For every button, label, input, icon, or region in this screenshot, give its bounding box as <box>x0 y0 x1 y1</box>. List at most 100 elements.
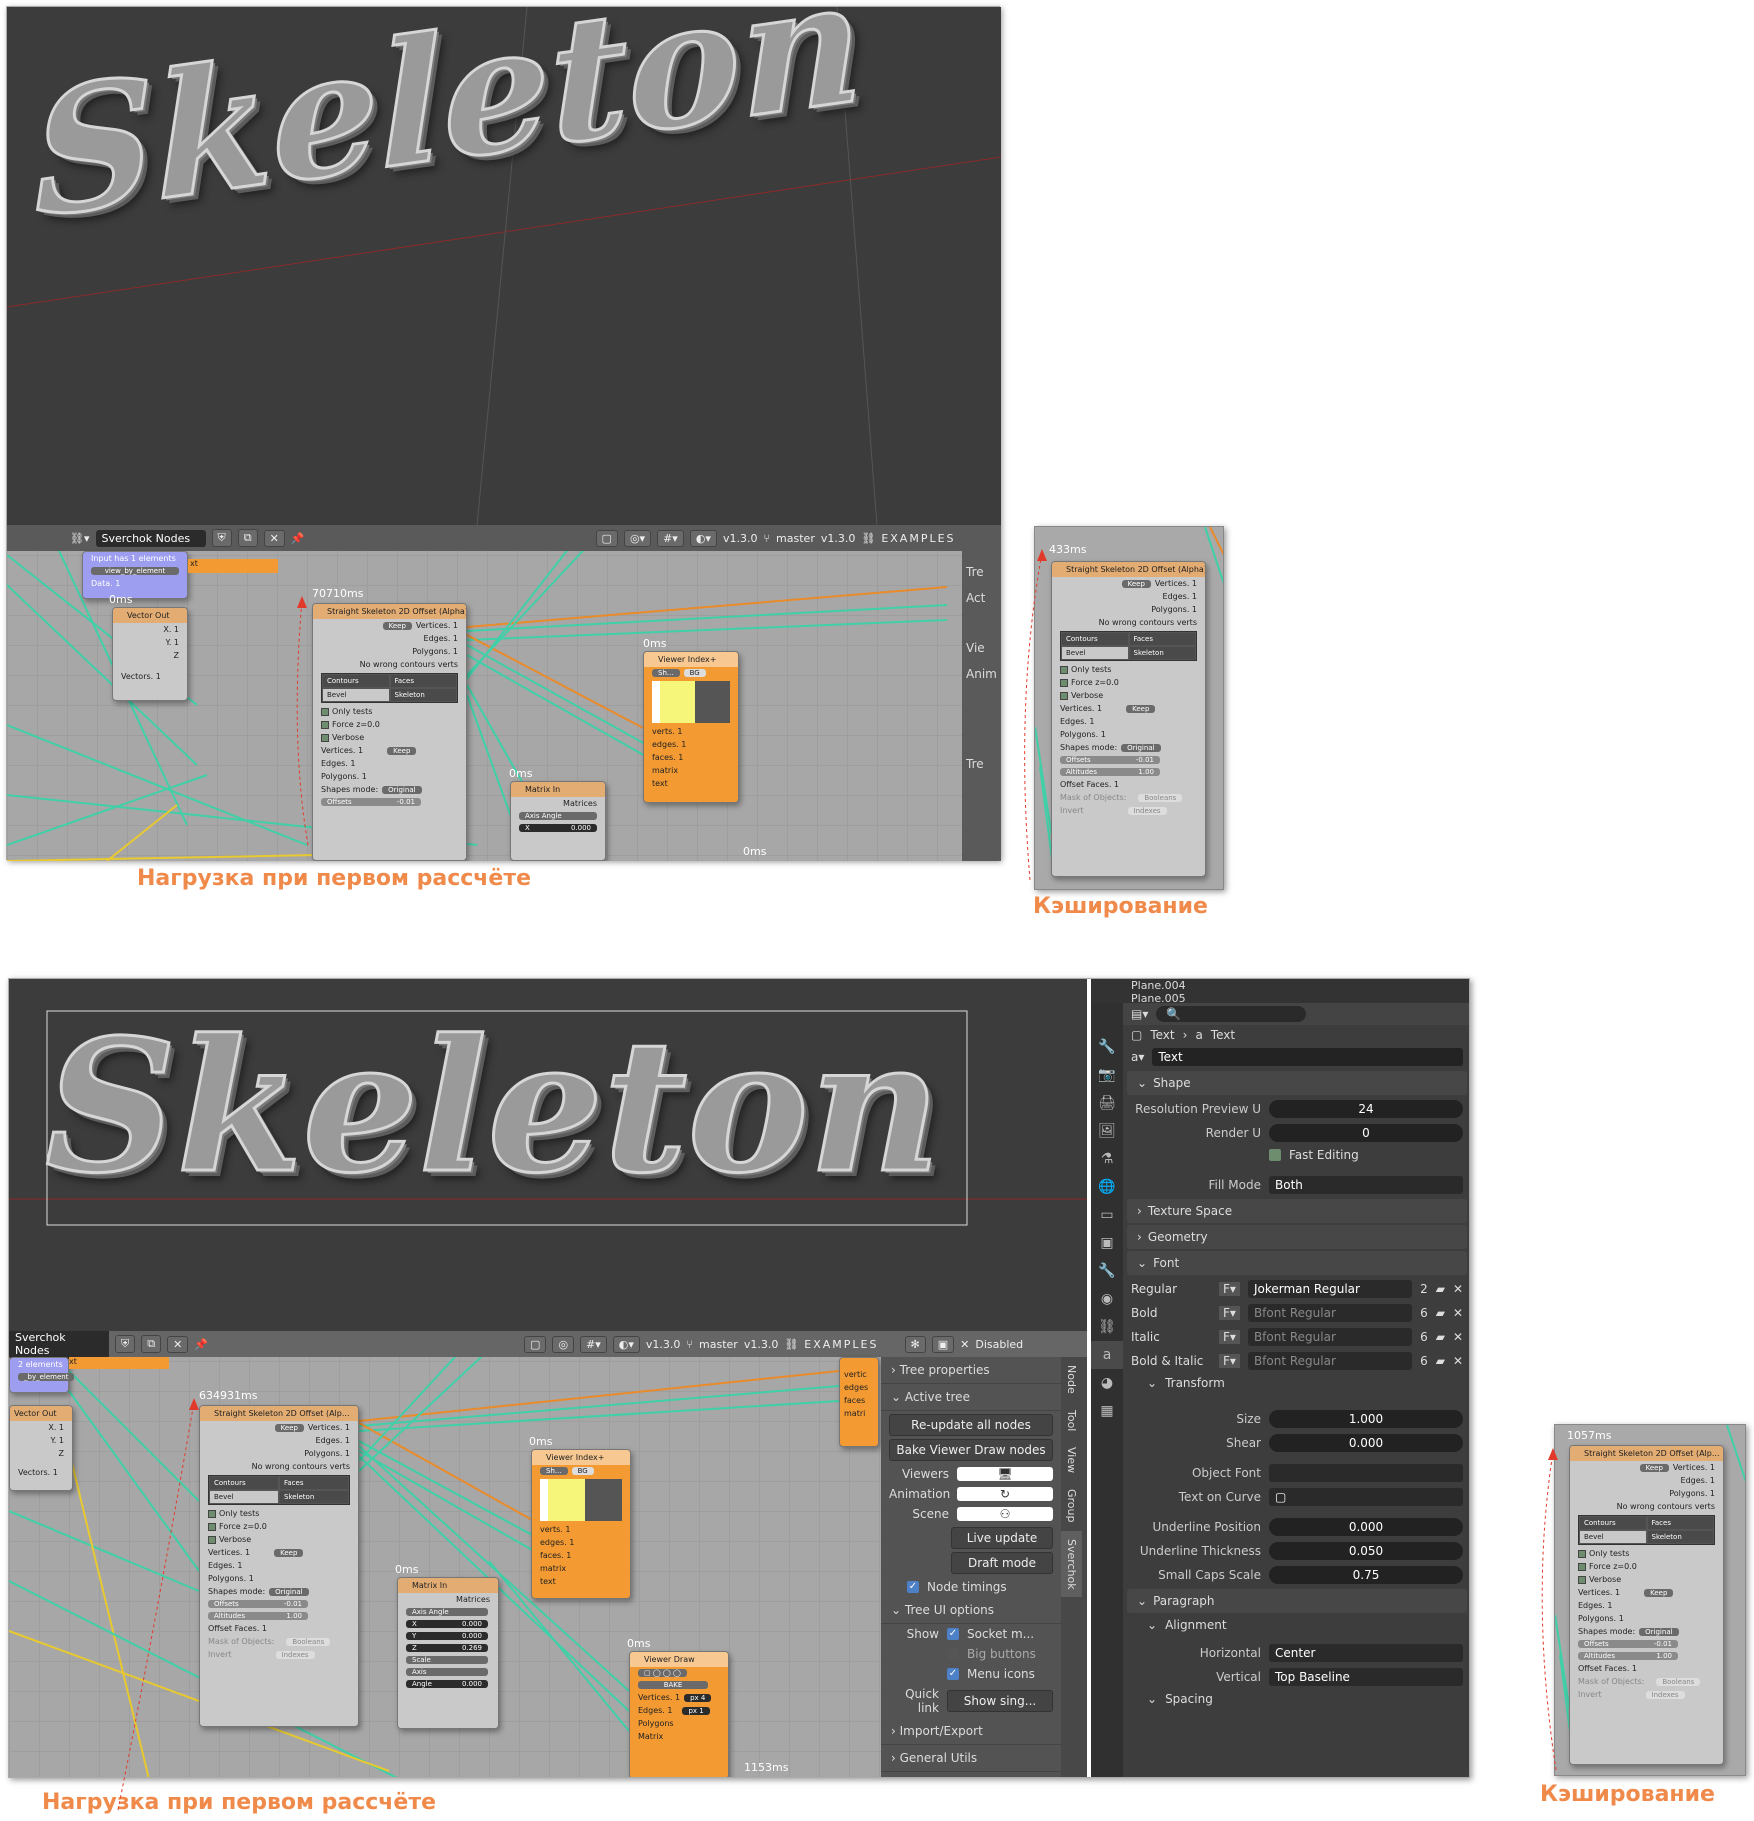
overlay-icon[interactable]: ◎▾ <box>623 529 652 547</box>
render-icon[interactable]: 📷 <box>1091 1061 1123 1089</box>
px1-field[interactable]: px 1 <box>682 1706 710 1715</box>
shapes-mode-select-bottom[interactable]: Original <box>269 1587 309 1596</box>
settings-icon[interactable]: ✻ <box>904 1335 926 1353</box>
vertical-select[interactable]: Top Baseline <box>1269 1668 1463 1686</box>
cached-offsets-field-b[interactable]: Offsets -0.01 <box>1578 1640 1678 1648</box>
x-field[interactable]: X 0.000 <box>519 824 597 832</box>
tool-icon[interactable]: 🔧 <box>1091 1033 1123 1061</box>
general-utils-section[interactable]: › General Utils <box>881 1745 1061 1772</box>
only-tests-checkbox-bottom[interactable]: Only tests <box>200 1507 358 1520</box>
spacing-subpanel[interactable]: ⌄ Spacing <box>1123 1689 1469 1709</box>
show-toggle[interactable]: Sh... <box>652 669 680 677</box>
top-3d-viewport[interactable]: Skeleton <box>7 7 1001 525</box>
physics-icon[interactable]: ◉ <box>1091 1285 1123 1313</box>
cached-bevel-toggle-b[interactable]: Bevel <box>1579 1530 1647 1544</box>
cached-force-z-b[interactable]: Force z=0.0 <box>1570 1560 1723 1573</box>
data-name-field[interactable]: Text <box>1152 1048 1463 1066</box>
folder-icon[interactable]: ▰ <box>1436 1306 1445 1320</box>
horizontal-select[interactable]: Center <box>1269 1644 1463 1662</box>
bottom-blue-node[interactable]: 2 elements _by_element <box>9 1357 75 1393</box>
menu-icons-check-icon[interactable]: ✓ <box>947 1668 959 1680</box>
cached-shapes-mode-select-b[interactable]: Original <box>1639 1627 1679 1636</box>
only-tests-checkbox[interactable]: Only tests <box>313 705 466 718</box>
shape-section[interactable]: ⌄ Shape <box>1127 1071 1467 1095</box>
top-skeleton-node[interactable]: Straight Skeleton 2D Offset (Alpha) Keep… <box>312 603 467 861</box>
faces-toggle-bottom[interactable]: Faces <box>279 1476 349 1490</box>
y-field-bottom[interactable]: Y 0.000 <box>406 1632 488 1640</box>
viewer-color-swatches[interactable] <box>652 681 730 723</box>
render-u-field[interactable]: 0 <box>1269 1124 1463 1142</box>
cached-only-tests[interactable]: Only tests <box>1052 663 1205 676</box>
socket-check-icon[interactable]: ✓ <box>947 1628 959 1640</box>
cached-force-z[interactable]: Force z=0.0 <box>1052 676 1205 689</box>
grid-icon-bottom[interactable]: #▾ <box>580 1335 607 1353</box>
scene-icon[interactable]: ⚗ <box>1091 1145 1123 1173</box>
close-small-icon[interactable]: ✕ <box>960 1338 969 1351</box>
font-f-icon[interactable]: F▾ <box>1219 1306 1240 1320</box>
node-timings-check-icon[interactable]: ✓ <box>907 1581 919 1593</box>
cached-faces-toggle[interactable]: Faces <box>1128 632 1196 646</box>
cached-indexes[interactable]: Indexes <box>1127 806 1167 815</box>
close-icon-bottom[interactable]: ✕ <box>167 1335 189 1353</box>
scene-toggle[interactable]: ⚇ <box>957 1507 1053 1521</box>
texture-space-section[interactable]: › Texture Space <box>1127 1199 1467 1223</box>
output-icon[interactable]: 🖨 <box>1091 1089 1123 1117</box>
node-timings-row[interactable]: ✓ Node timings <box>881 1577 1061 1597</box>
snap-icon[interactable]: ▢ <box>595 529 618 547</box>
editor-type-icon[interactable]: ⛓▾ <box>70 532 90 545</box>
folder-icon[interactable]: ▰ <box>1436 1330 1445 1344</box>
tab-tree[interactable]: Tre <box>962 559 1001 585</box>
cached-keep-select-2[interactable]: Keep <box>1126 704 1156 713</box>
object-icon[interactable]: ▣ <box>1091 1229 1123 1257</box>
object-font-field[interactable] <box>1269 1464 1463 1482</box>
bg-toggle[interactable]: BG <box>683 669 706 677</box>
cached-contours-toggle-b[interactable]: Contours <box>1579 1516 1647 1530</box>
keep-select-2-bottom[interactable]: Keep <box>274 1548 304 1557</box>
cached-faces-toggle-b[interactable]: Faces <box>1646 1516 1714 1530</box>
skeleton-toggle[interactable]: Skeleton <box>389 688 457 702</box>
px4-field[interactable]: px 4 <box>684 1693 712 1702</box>
contours-toggle[interactable]: Contours <box>322 674 390 688</box>
constraints-icon[interactable]: ⛓ <box>1091 1313 1123 1341</box>
cached-contours-toggle[interactable]: Contours <box>1061 632 1129 646</box>
vtab-tool[interactable]: Tool <box>1061 1402 1082 1439</box>
unlink-icon[interactable]: ✕ <box>1453 1282 1463 1296</box>
bold-font-field[interactable]: Bfont Regular <box>1247 1304 1413 1322</box>
bevel-toggle-bottom[interactable]: Bevel <box>209 1490 279 1504</box>
bake-button[interactable]: BAKE <box>638 1681 708 1689</box>
active-tree-section[interactable]: ⌄ Active tree <box>881 1384 1061 1411</box>
vtab-sverchok[interactable]: Sverchok <box>1061 1530 1082 1598</box>
animation-toggle[interactable]: ↻ <box>957 1487 1053 1501</box>
frame-icon[interactable]: ▣ <box>931 1335 955 1353</box>
outliner-item[interactable]: Plane.004 <box>1131 979 1469 992</box>
shear-field[interactable]: 0.000 <box>1269 1434 1463 1452</box>
font-section[interactable]: ⌄ Font <box>1127 1251 1467 1275</box>
axis-angle-select-bottom[interactable]: Axis Angle <box>406 1608 488 1616</box>
unlink-icon[interactable]: ✕ <box>1453 1306 1463 1320</box>
cached-altitudes-field[interactable]: Altitudes 1.00 <box>1060 768 1160 776</box>
data-type-icon[interactable]: a▾ <box>1131 1050 1144 1064</box>
small-caps-field[interactable]: 0.75 <box>1269 1566 1463 1584</box>
pin-icon[interactable]: 📌 <box>291 532 305 545</box>
bottom-vector-out-node[interactable]: Vector Out X. 1 Y. 1 Z Vectors. 1 <box>9 1405 73 1491</box>
live-update-button[interactable]: Live update <box>951 1527 1053 1549</box>
quick-link-select[interactable]: Show sing... <box>947 1690 1053 1712</box>
folder-icon[interactable]: ▰ <box>1436 1354 1445 1368</box>
reupdate-button[interactable]: Re-update all nodes <box>889 1414 1053 1436</box>
contours-toggle-bottom[interactable]: Contours <box>209 1476 279 1490</box>
props-search-field[interactable]: 🔍 <box>1156 1006 1307 1022</box>
font-f-icon[interactable]: F▾ <box>1219 1330 1240 1344</box>
fill-mode-select[interactable]: Both <box>1269 1176 1463 1194</box>
grid-icon[interactable]: #▾ <box>657 529 684 547</box>
indexes-bottom[interactable]: Indexes <box>275 1650 315 1659</box>
tree-name-field-bottom[interactable]: Sverchok Nodes <box>9 1331 109 1359</box>
scale-select-bottom[interactable]: Scale <box>406 1656 488 1664</box>
transform-subpanel[interactable]: ⌄ Transform <box>1123 1373 1469 1393</box>
overlay-icon-bottom[interactable]: ◎ <box>552 1335 575 1353</box>
res-preview-field[interactable]: 24 <box>1269 1100 1463 1118</box>
show-toggle-bottom[interactable]: Sh... <box>540 1467 568 1475</box>
editor-type-props-icon[interactable]: ▤▾ <box>1131 1007 1148 1021</box>
cached-keep-select-b[interactable]: Keep <box>1639 1463 1669 1472</box>
font-f-icon[interactable]: F▾ <box>1219 1282 1240 1296</box>
bg-toggle-bottom[interactable]: BG <box>571 1467 594 1475</box>
